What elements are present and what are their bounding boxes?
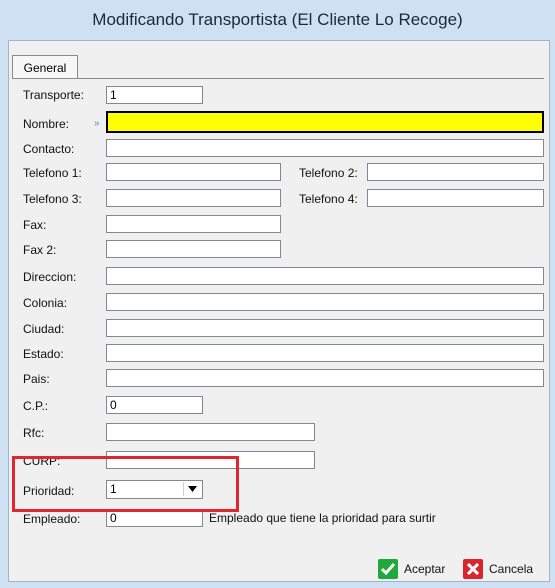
fax-label: Fax:: [23, 218, 47, 232]
direccion-label: Direccion:: [23, 270, 77, 284]
window-title: Modificando Transportista (El Cliente Lo…: [92, 10, 463, 29]
contacto-field[interactable]: [106, 139, 544, 157]
rfc-label: Rfc:: [23, 426, 45, 440]
telefono3-field[interactable]: [106, 189, 281, 207]
ciudad-field[interactable]: [106, 319, 544, 337]
cp-label: C.P.:: [23, 399, 49, 413]
cancelar-button[interactable]: Cancela: [463, 559, 533, 579]
cancelar-label: Cancela: [489, 562, 534, 576]
colonia-field[interactable]: [106, 293, 544, 311]
aceptar-button[interactable]: Aceptar: [378, 559, 445, 579]
ciudad-label: Ciudad:: [23, 322, 65, 336]
telefono3-label: Telefono 3:: [23, 192, 82, 206]
cp-field[interactable]: 0: [106, 396, 203, 414]
highlight-box: [12, 456, 239, 512]
required-marker-icon: »: [94, 118, 100, 129]
pais-label: Pais:: [23, 372, 50, 386]
telefono1-label: Telefono 1:: [23, 166, 82, 180]
pais-field[interactable]: [106, 369, 544, 387]
colonia-label: Colonia:: [23, 296, 68, 310]
fax2-label: Fax 2:: [23, 243, 57, 257]
close-icon: [463, 559, 483, 579]
telefono2-label: Telefono 2:: [299, 166, 358, 180]
direccion-field[interactable]: [106, 267, 544, 285]
telefono4-label: Telefono 4:: [299, 192, 358, 206]
transporte-label: Transporte:: [23, 88, 84, 102]
fax2-field[interactable]: [106, 240, 281, 258]
transporte-field[interactable]: 1: [106, 86, 203, 104]
contacto-label: Contacto:: [23, 142, 75, 156]
tab-general[interactable]: General: [12, 55, 78, 79]
empleado-label: Empleado:: [23, 512, 81, 526]
dialog-window: Modificando Transportista (El Cliente Lo…: [0, 0, 555, 588]
telefono1-field[interactable]: [106, 163, 281, 181]
telefono2-field[interactable]: [367, 163, 544, 181]
check-icon: [378, 559, 398, 579]
fax-field[interactable]: [106, 215, 281, 233]
empleado-hint: Empleado que tiene la prioridad para sur…: [209, 511, 436, 525]
estado-label: Estado:: [23, 347, 64, 361]
nombre-label: Nombre:: [23, 117, 70, 131]
rfc-field[interactable]: [106, 423, 315, 441]
aceptar-label: Aceptar: [404, 562, 446, 576]
nombre-field[interactable]: [106, 111, 544, 133]
telefono4-field[interactable]: [367, 189, 544, 207]
estado-field[interactable]: [106, 344, 544, 362]
